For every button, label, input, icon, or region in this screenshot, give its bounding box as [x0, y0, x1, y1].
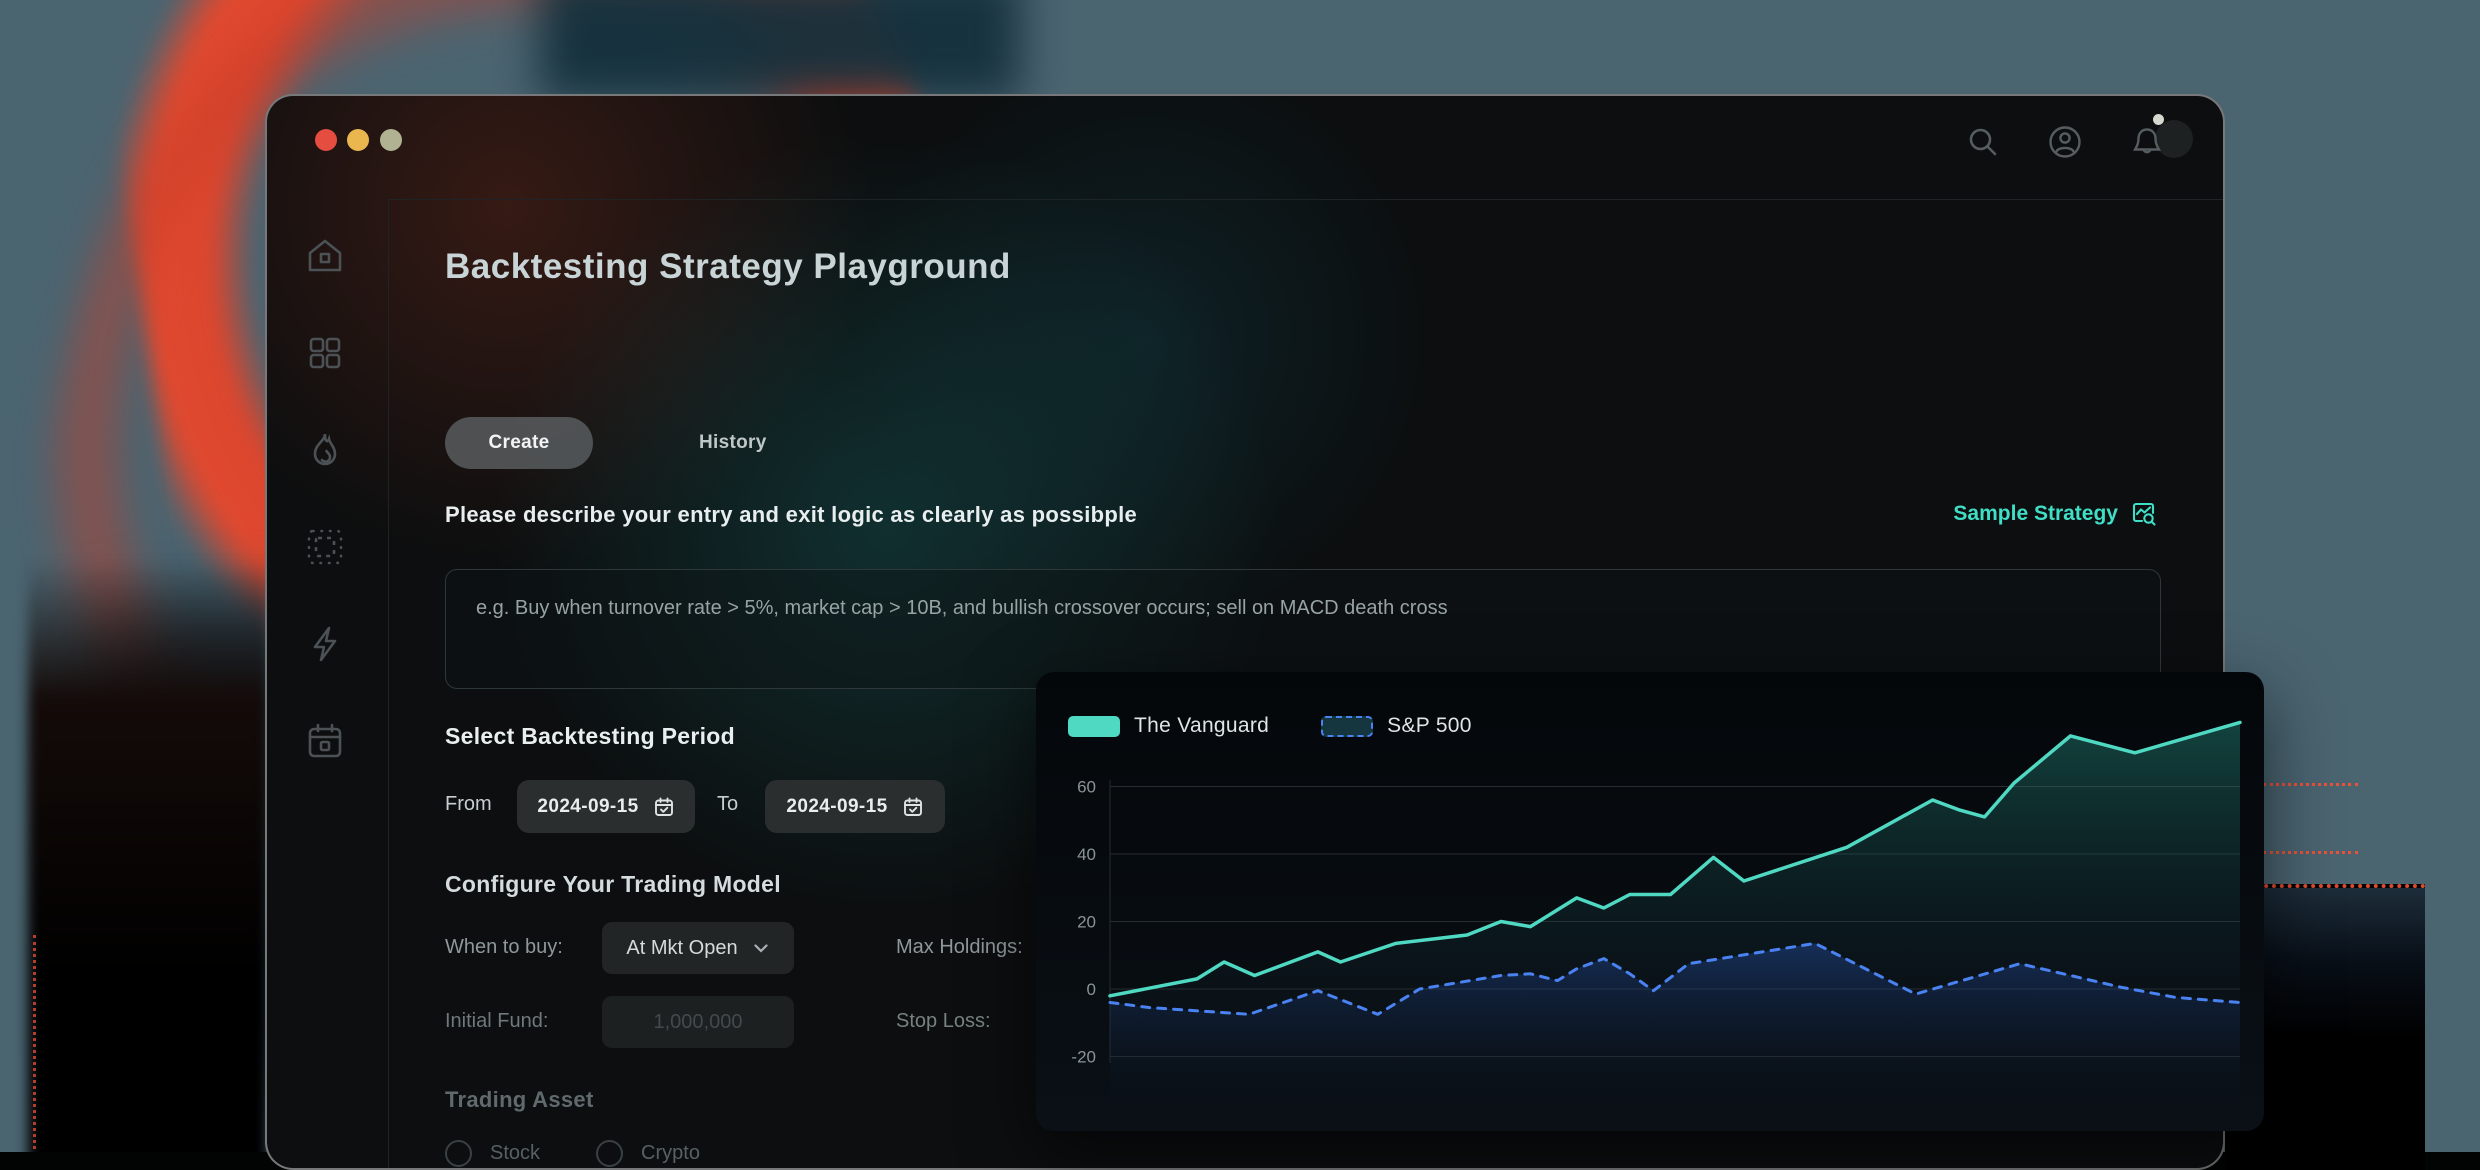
initial-fund-label: Initial Fund:: [445, 1010, 548, 1033]
background-teal-blob: [540, 0, 1020, 100]
chart-legend: The Vanguard S&P 500: [1068, 714, 1472, 738]
to-date-value: 2024-09-15: [786, 796, 887, 818]
sample-strategy-label: Sample Strategy: [1953, 502, 2118, 526]
sidebar-item-focus[interactable]: [302, 524, 348, 570]
from-date-value: 2024-09-15: [537, 796, 638, 818]
stop-loss-label: Stop Loss:: [896, 1010, 991, 1033]
radio-stock[interactable]: [445, 1140, 472, 1167]
sample-strategy-link[interactable]: Sample Strategy: [1953, 500, 2157, 527]
performance-chart[interactable]: 60 40 20 0 -20: [1036, 672, 2264, 1131]
tab-history[interactable]: History: [699, 417, 767, 469]
strategy-input[interactable]: [445, 569, 2161, 689]
to-label: To: [717, 793, 738, 816]
to-date-picker[interactable]: 2024-09-15: [765, 780, 945, 833]
radio-crypto-label: Crypto: [641, 1142, 700, 1165]
sidebar: [267, 199, 388, 1168]
chevron-down-icon: [752, 939, 770, 957]
svg-text:0: 0: [1087, 980, 1096, 999]
legend-swatch-vanguard: [1068, 716, 1120, 737]
calendar-check-icon: [902, 796, 924, 818]
tab-create[interactable]: Create: [445, 417, 593, 469]
legend-label-vanguard: The Vanguard: [1134, 714, 1269, 738]
user-icon[interactable]: [2047, 124, 2083, 160]
from-label: From: [445, 793, 492, 816]
legend-label-sp500: S&P 500: [1387, 714, 1472, 738]
calendar-icon: [302, 718, 348, 764]
focus-icon: [302, 524, 348, 570]
close-button[interactable]: [315, 129, 337, 151]
asset-options: Stock Crypto: [445, 1140, 700, 1167]
legend-swatch-sp500: [1321, 716, 1373, 737]
radio-crypto[interactable]: [596, 1140, 623, 1167]
from-date-picker[interactable]: 2024-09-15: [517, 780, 695, 833]
chart-panel: 60 40 20 0 -20 The Vanguard S&P 500: [1036, 672, 2264, 1131]
svg-text:20: 20: [1077, 913, 1096, 932]
background-dark-left: [28, 560, 268, 1170]
sidebar-item-dashboard[interactable]: [302, 330, 348, 376]
page-title: Backtesting Strategy Playground: [445, 247, 1011, 287]
asset-heading: Trading Asset: [445, 1087, 594, 1113]
sidebar-item-signals[interactable]: [302, 621, 348, 667]
notification-dot: [2153, 114, 2164, 125]
background-red-dotted-column: [33, 935, 36, 1170]
bell-icon[interactable]: [2129, 124, 2165, 160]
svg-text:60: 60: [1077, 778, 1096, 797]
red-gridline-extension-60: [2263, 783, 2358, 786]
grid-icon: [302, 330, 348, 376]
page: Backtesting Strategy Playground Create H…: [0, 0, 2480, 1170]
radio-stock-label: Stock: [490, 1142, 540, 1165]
model-heading: Configure Your Trading Model: [445, 871, 781, 898]
sidebar-item-hot[interactable]: [302, 427, 348, 473]
window-titlebar: [267, 96, 2223, 199]
minimize-button[interactable]: [347, 129, 369, 151]
prompt-heading: Please describe your entry and exit logi…: [445, 502, 1137, 528]
calendar-check-icon: [653, 796, 675, 818]
flame-icon: [302, 427, 348, 473]
sidebar-item-calendar[interactable]: [302, 718, 348, 764]
lightning-icon: [302, 621, 348, 667]
red-gridline-extension-40: [2263, 851, 2358, 854]
svg-text:40: 40: [1077, 845, 1096, 864]
when-to-buy-value: At Mkt Open: [626, 937, 737, 960]
period-heading: Select Backtesting Period: [445, 723, 735, 750]
when-to-buy-select[interactable]: At Mkt Open: [602, 922, 794, 974]
zoom-button[interactable]: [380, 129, 402, 151]
svg-text:-20: -20: [1071, 1048, 1096, 1067]
chart-search-icon: [2130, 500, 2157, 527]
max-holdings-label: Max Holdings:: [896, 936, 1023, 959]
initial-fund-input[interactable]: [602, 996, 794, 1048]
search-icon[interactable]: [1965, 124, 2001, 160]
sidebar-item-home[interactable]: [302, 233, 348, 279]
home-icon: [302, 233, 348, 279]
when-to-buy-label: When to buy:: [445, 936, 563, 959]
